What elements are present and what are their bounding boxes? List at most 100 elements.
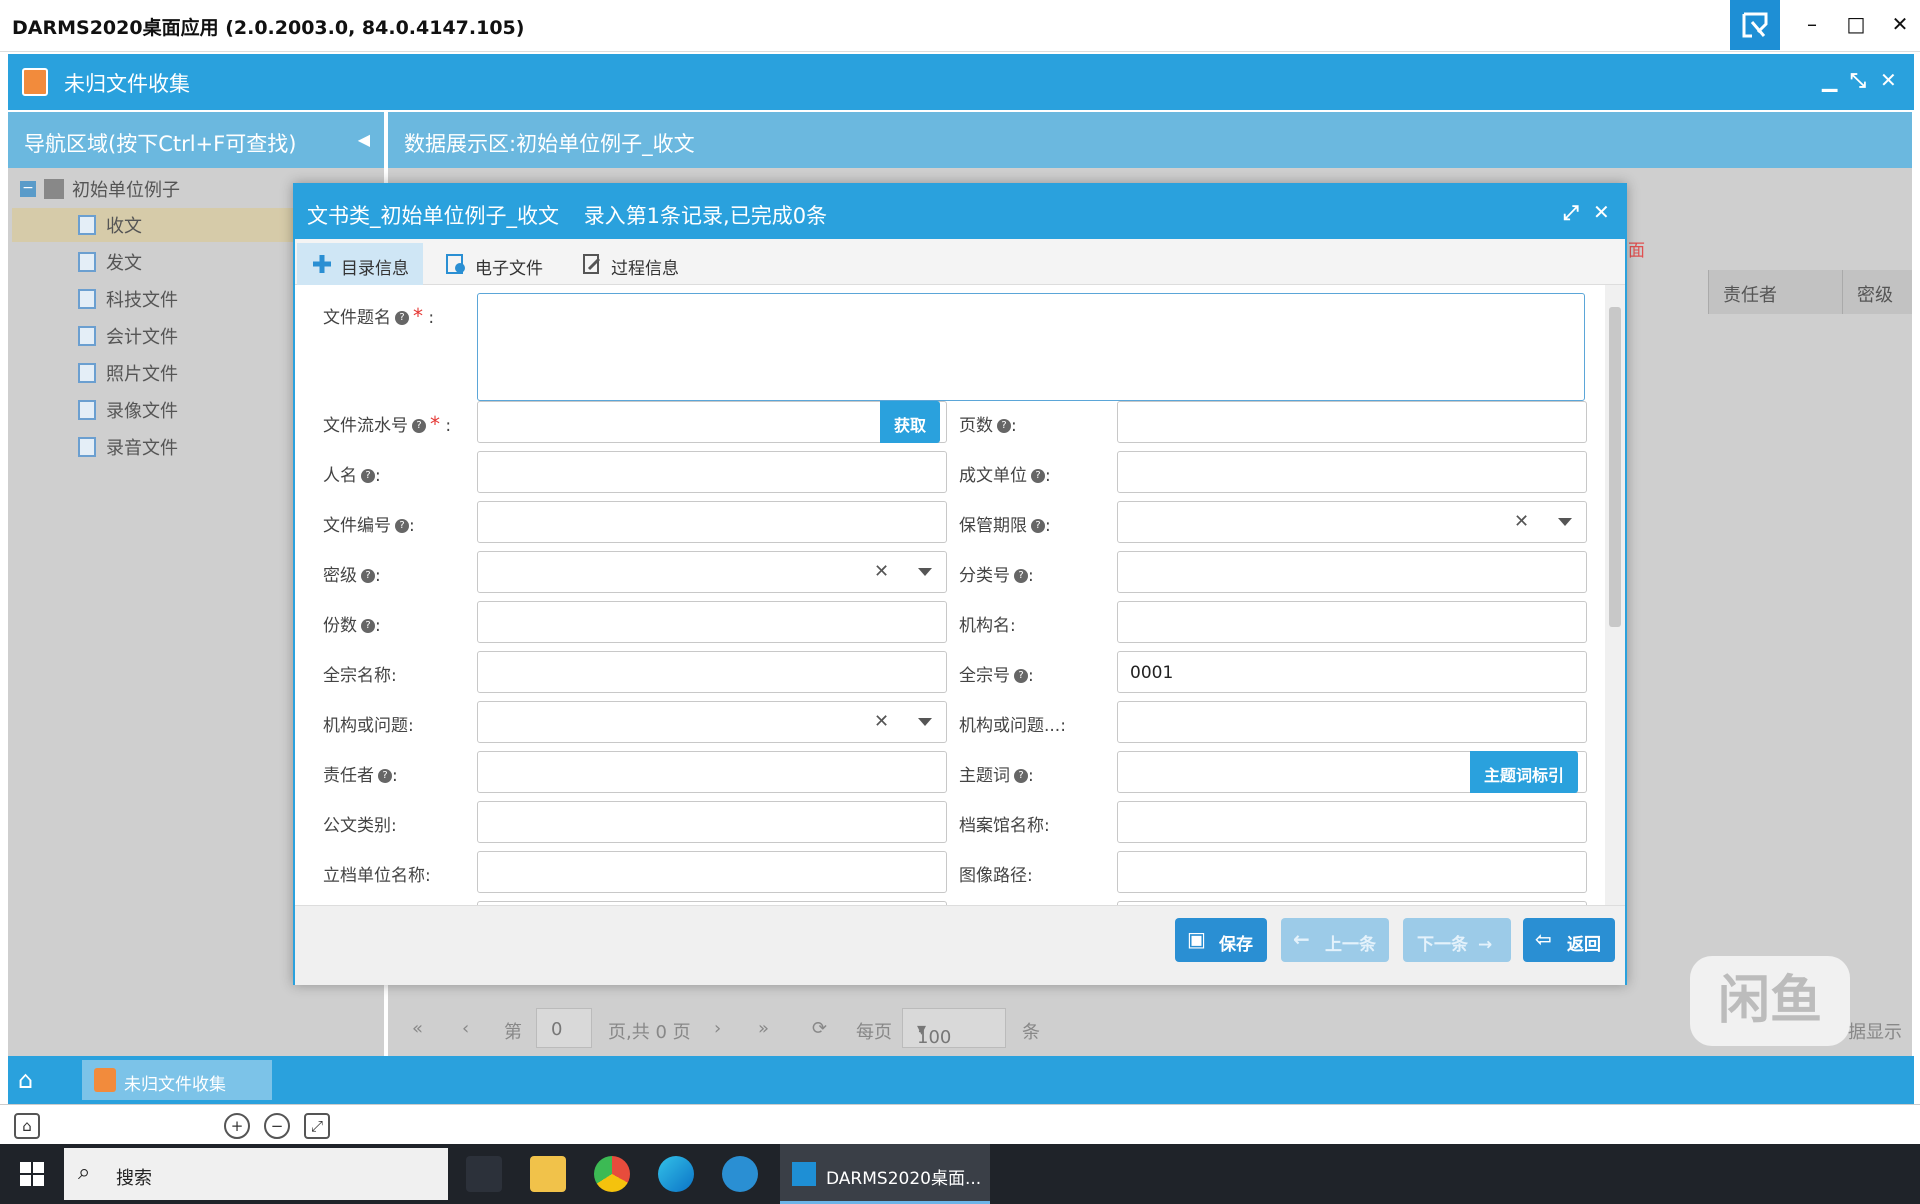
issuer-field[interactable] <box>1117 451 1587 493</box>
module-restore-icon[interactable]: ⤡ <box>1850 68 1866 92</box>
refresh-icon[interactable]: ⟳ <box>812 1018 827 1039</box>
fit-screen-icon[interactable]: ⤢ <box>304 1113 330 1139</box>
pages-field[interactable] <box>1117 401 1587 443</box>
window-title: DARMS2020桌面应用 (2.0.2003.0, 84.0.4147.105… <box>12 17 525 39</box>
prev-record-button[interactable]: ← 上一条 <box>1281 918 1389 962</box>
org-field[interactable] <box>1117 601 1587 643</box>
secret-select[interactable]: ✕ <box>477 551 947 593</box>
issuer-label: 成文单位?: <box>959 466 1051 486</box>
ie-icon[interactable] <box>722 1156 758 1192</box>
chevron-down-icon[interactable] <box>918 568 932 576</box>
doc-category-field[interactable] <box>477 801 947 843</box>
classno-field[interactable] <box>1117 551 1587 593</box>
subject-field[interactable]: 主题词标引 <box>1117 751 1587 793</box>
retention-select[interactable]: ✕ <box>1117 501 1587 543</box>
column-header-secret[interactable]: 密级 <box>1842 270 1912 314</box>
data-header-label: 数据展示区:初始单位例子_收文 <box>404 132 695 156</box>
org-issue-label: 机构或问题: <box>323 716 414 736</box>
clear-icon[interactable]: ✕ <box>874 711 889 732</box>
title-field[interactable] <box>477 293 1585 401</box>
zoom-out-icon[interactable]: − <box>264 1113 290 1139</box>
next-record-button[interactable]: 下一条 → <box>1403 918 1511 962</box>
chrome-icon[interactable] <box>594 1156 630 1192</box>
close-icon[interactable]: ✕ <box>1880 6 1920 42</box>
collapse-minus-icon[interactable]: − <box>20 181 36 197</box>
expand-icon[interactable]: ⤢ <box>1563 200 1579 224</box>
prev-page-icon[interactable]: ‹ <box>462 1018 469 1039</box>
document-icon <box>78 215 96 235</box>
minimize-icon[interactable]: – <box>1792 6 1832 42</box>
page-input[interactable]: 0 <box>536 1008 592 1048</box>
clear-icon[interactable]: ✕ <box>1514 511 1529 532</box>
collapse-left-icon[interactable]: ◀ <box>358 130 370 149</box>
red-text-fragment: 面 <box>1628 241 1645 261</box>
module-minimize-icon[interactable]: ▁ <box>1822 68 1837 92</box>
file-explorer-icon[interactable] <box>530 1156 566 1192</box>
document-edit-icon <box>583 254 601 274</box>
tab-process-info[interactable]: 过程信息 <box>567 243 693 285</box>
app-taskbar-icon <box>792 1162 816 1186</box>
tab-electronic-files[interactable]: 电子文件 <box>431 243 557 285</box>
serial-label: 文件流水号? * : <box>323 412 452 436</box>
app-tab-module[interactable]: 未归文件收集 <box>82 1060 272 1100</box>
chevron-down-icon[interactable] <box>918 718 932 726</box>
dialog-header: 文书类_初始单位例子_收文 录入第1条记录,已完成0条 ⤢ ✕ <box>295 185 1625 239</box>
per-page-value: 100 <box>917 1027 952 1048</box>
subject-index-button[interactable]: 主题词标引 <box>1470 751 1579 793</box>
module-close-icon[interactable]: ✕ <box>1880 68 1897 92</box>
subject-label: 主题词?: <box>959 766 1034 786</box>
image-path-label: 图像路径: <box>959 866 1033 886</box>
tab-catalog-info[interactable]: 目录信息 <box>297 243 423 285</box>
tree-root[interactable]: − 初始单位例子 <box>20 176 180 202</box>
dialog-title: 文书类_初始单位例子_收文 <box>307 204 559 228</box>
taskbar-active-app[interactable]: DARMS2020桌面... <box>780 1144 990 1204</box>
fonds-name-field[interactable] <box>477 651 947 693</box>
form-scrollbar[interactable] <box>1605 285 1625 905</box>
dialog-close-icon[interactable]: ✕ <box>1593 200 1610 224</box>
building-icon <box>44 179 64 199</box>
next-page-icon[interactable]: › <box>714 1018 721 1039</box>
fonds-no-field[interactable]: 0001 <box>1117 651 1587 693</box>
first-page-icon[interactable]: « <box>412 1018 423 1039</box>
serial-field[interactable]: 获取 <box>477 401 947 443</box>
task-view-icon[interactable] <box>466 1156 502 1192</box>
docno-field[interactable] <box>477 501 947 543</box>
zoom-in-icon[interactable]: + <box>224 1113 250 1139</box>
per-page-select[interactable]: 100 ▾ <box>902 1008 1006 1048</box>
fonds-no-label: 全宗号?: <box>959 666 1034 686</box>
archive-name-field[interactable] <box>1117 801 1587 843</box>
org-issue-select[interactable]: ✕ <box>477 701 947 743</box>
filing-unit-field[interactable] <box>477 851 947 893</box>
org-issue2-field[interactable] <box>1117 701 1587 743</box>
app-logo-icon <box>1730 0 1780 50</box>
image-path-field[interactable] <box>1117 851 1587 893</box>
taskbar-search[interactable]: ⌕ 搜索 <box>64 1148 448 1200</box>
exit-icon: ⇦ <box>1535 927 1552 951</box>
last-page-icon[interactable]: » <box>758 1018 769 1039</box>
search-icon: ⌕ <box>78 1160 91 1185</box>
module-tab-icon <box>94 1068 116 1092</box>
clear-icon[interactable]: ✕ <box>874 561 889 582</box>
tree-item-label: 科技文件 <box>106 290 178 311</box>
chevron-down-icon[interactable] <box>1558 518 1572 526</box>
copies-field[interactable] <box>477 601 947 643</box>
home-outline-icon[interactable]: ⌂ <box>14 1113 40 1139</box>
edge-icon[interactable] <box>658 1156 694 1192</box>
responsible-field[interactable] <box>477 751 947 793</box>
home-icon[interactable]: ⌂ <box>18 1066 46 1094</box>
tab-label: 电子文件 <box>475 259 543 279</box>
windows-start-icon[interactable] <box>20 1162 44 1186</box>
fetch-serial-button[interactable]: 获取 <box>880 401 941 443</box>
tab-label: 目录信息 <box>341 259 409 279</box>
tree-item-label: 录音文件 <box>106 438 178 459</box>
scrollbar-thumb[interactable] <box>1609 307 1621 627</box>
module-header: 未归文件收集 ▁ ⤡ ✕ <box>8 54 1914 110</box>
back-button[interactable]: ⇦ 返回 <box>1523 918 1615 962</box>
document-icon <box>78 363 96 383</box>
column-header-responsible[interactable]: 责任者 <box>1708 270 1842 314</box>
person-field[interactable] <box>477 451 947 493</box>
save-button[interactable]: ▣ 保存 <box>1175 918 1267 962</box>
maximize-icon[interactable]: □ <box>1836 6 1876 42</box>
per-page-label: 每页 <box>856 1022 892 1043</box>
copies-label: 份数?: <box>323 616 381 636</box>
